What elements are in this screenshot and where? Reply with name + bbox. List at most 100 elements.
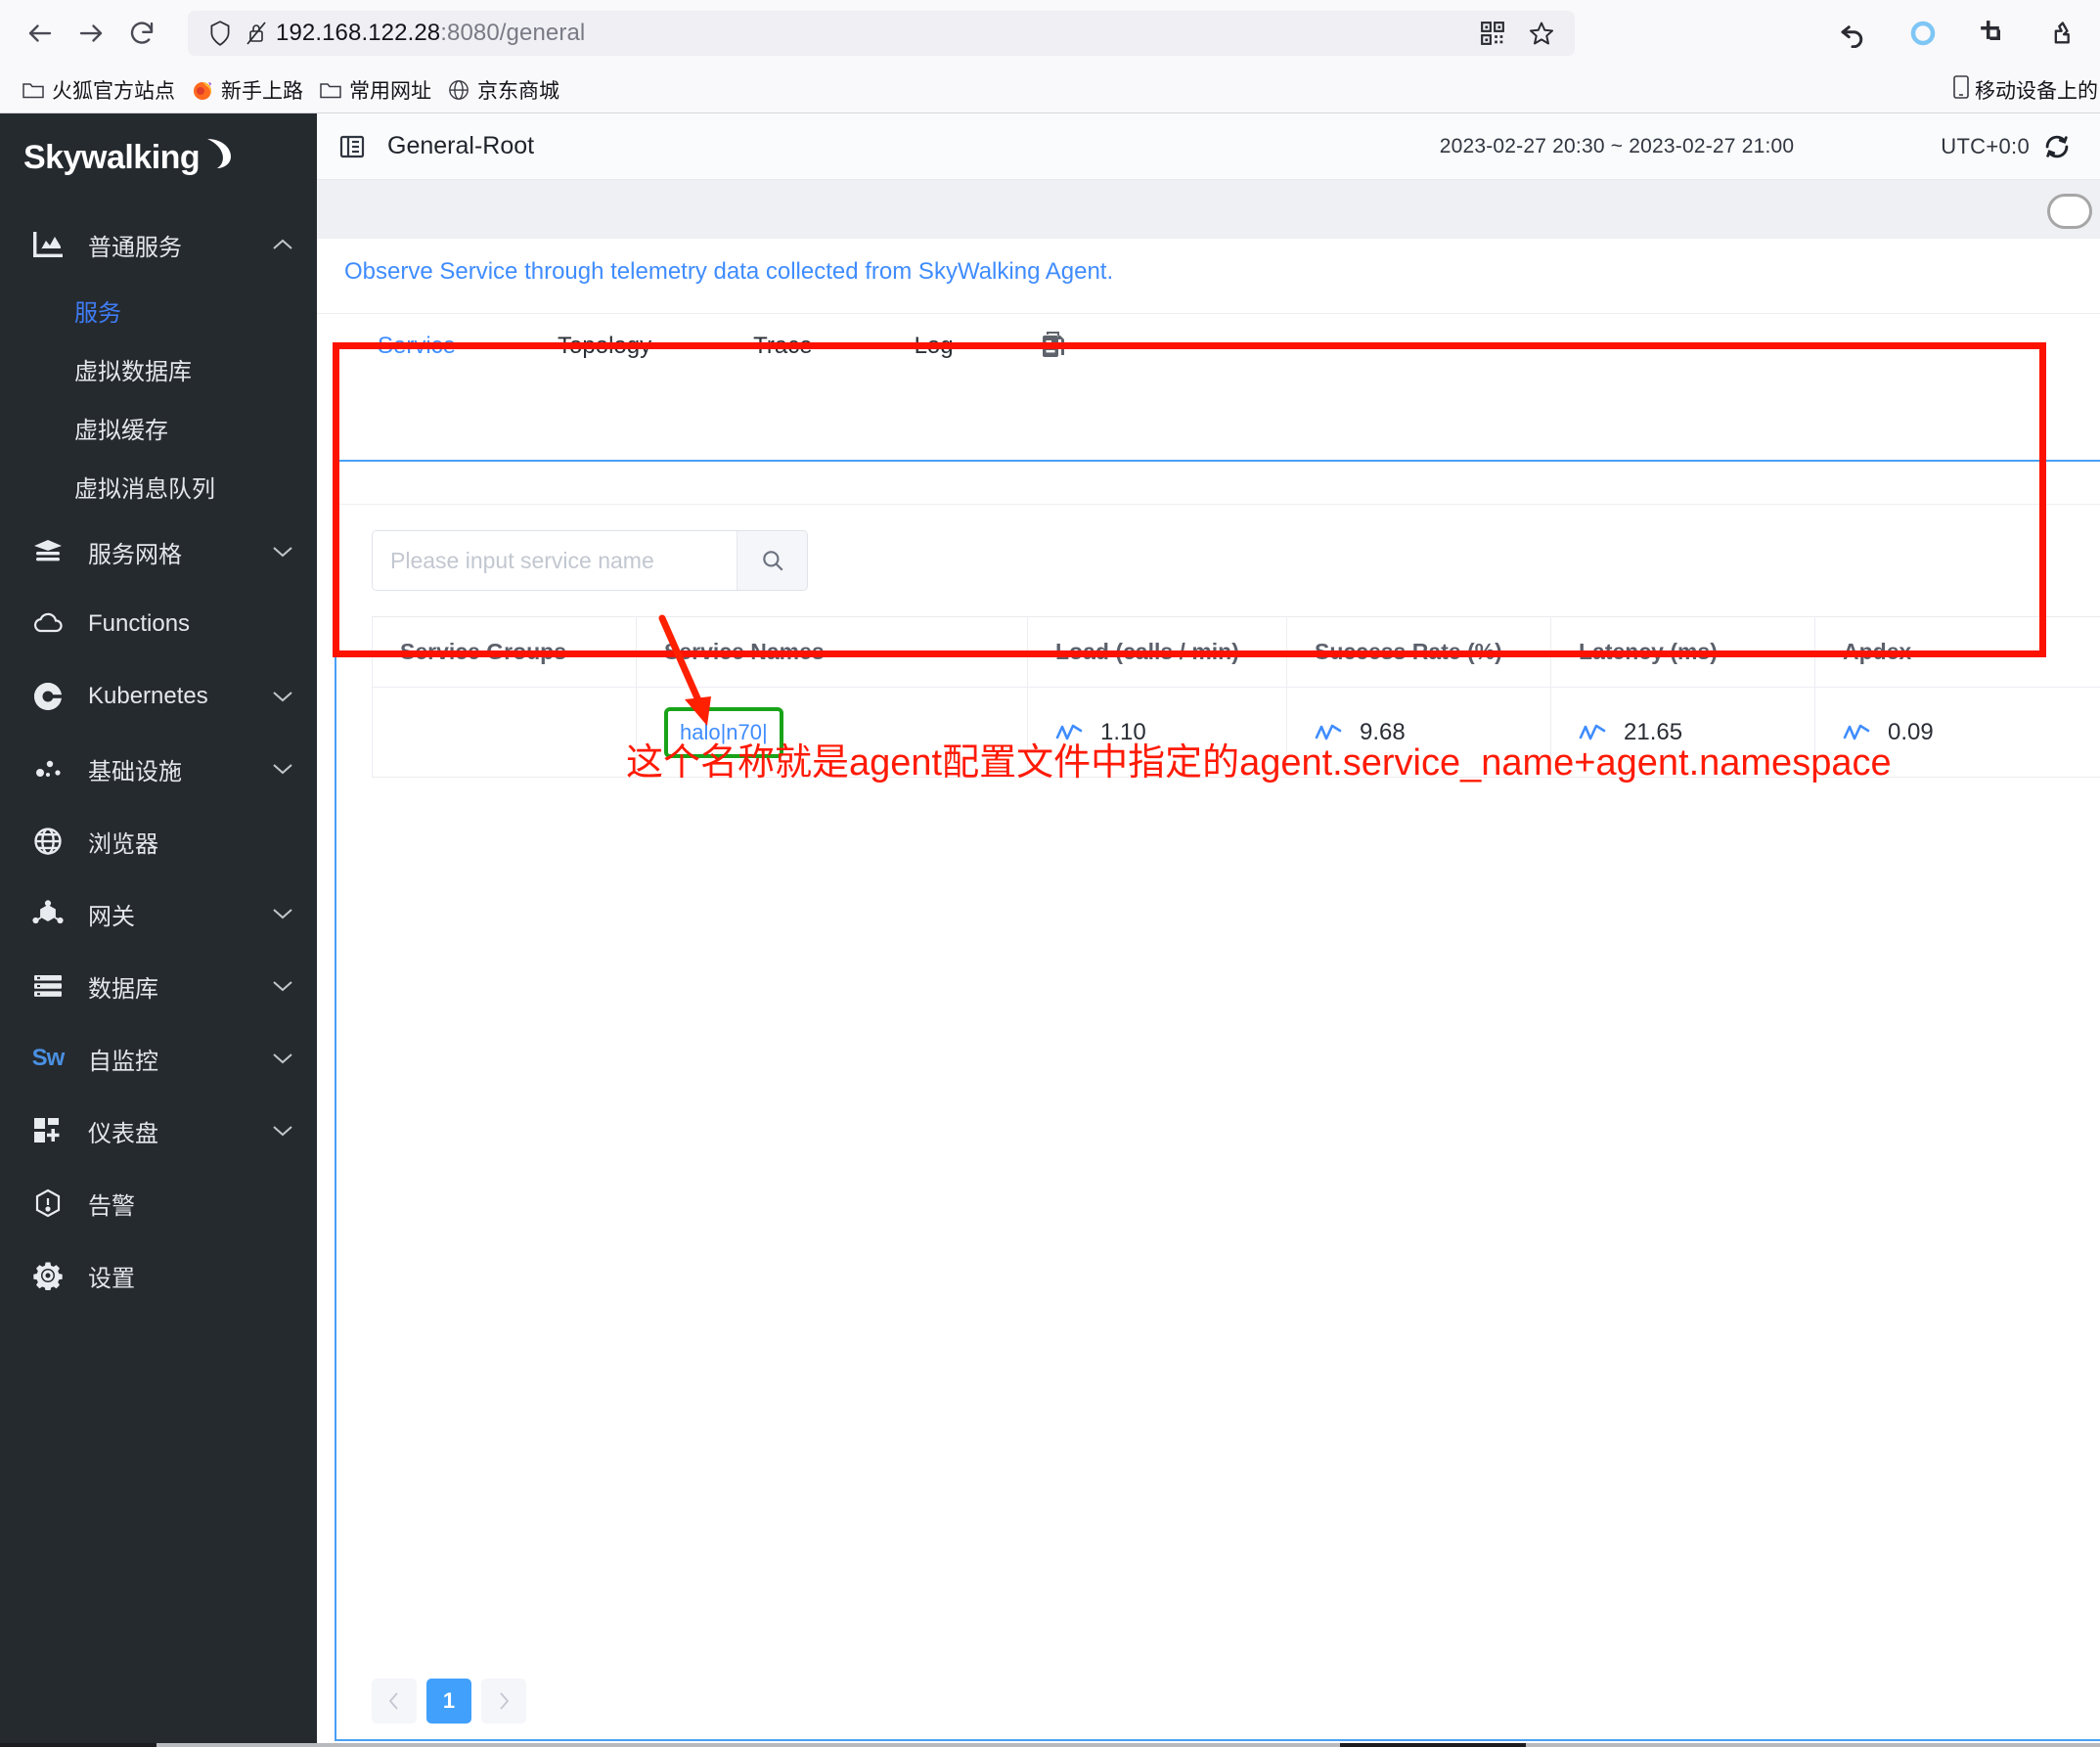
service-search: [372, 530, 808, 591]
time-range-picker[interactable]: 2023-02-27 20:30 ~ 2023-02-27 21:00: [1440, 135, 1795, 158]
bookmark-item[interactable]: 常用网址: [313, 72, 441, 108]
sidebar-item-label: 自监控: [88, 1048, 158, 1075]
sub-header-strip: [317, 180, 2100, 239]
globe-icon: [23, 827, 72, 856]
url-host: 192.168.122.28: [276, 20, 441, 46]
pagination-next[interactable]: [481, 1679, 526, 1724]
browser-toolbar-right: [1834, 0, 2082, 67]
browser-chrome: 192.168.122.28:8080/general 火狐官方站点 新手上路 …: [0, 0, 2100, 113]
bookmark-item[interactable]: 火狐官方站点: [16, 72, 185, 108]
observe-text: Observe Service through telemetry data c…: [344, 258, 1114, 285]
sidebar: Skywalking 普通服务 服务 虚拟数据库 虚拟缓存 虚拟消息队列 服务网…: [0, 113, 317, 1747]
sidebar-subitem-virtual-cache[interactable]: 虚拟缓存: [0, 398, 317, 457]
col-success-rate[interactable]: Success Rate (%): [1286, 616, 1551, 688]
bookmark-item[interactable]: 新手上路: [185, 72, 313, 108]
sidebar-subitem-virtual-mq[interactable]: 虚拟消息队列: [0, 457, 317, 515]
bookmark-bar: 火狐官方站点 新手上路 常用网址 京东商城 移动设备上的: [0, 67, 2100, 113]
sidebar-item-label: 告警: [88, 1192, 135, 1220]
chevron-down-icon[interactable]: [270, 979, 295, 993]
col-service-names[interactable]: Service Names: [636, 616, 1028, 688]
sidebar-item-settings[interactable]: 设置: [0, 1239, 317, 1312]
col-load[interactable]: Load (calls / min): [1027, 616, 1287, 688]
chevron-down-icon[interactable]: [270, 545, 295, 559]
bookmark-item[interactable]: 京东商城: [441, 72, 569, 108]
gateway-icon: [23, 900, 72, 927]
kubernetes-icon: [23, 682, 72, 711]
copy-icon[interactable]: [1038, 331, 1067, 362]
collapse-sidebar-icon[interactable]: [335, 133, 370, 160]
bookmark-label: 京东商城: [477, 79, 559, 103]
sidebar-item-database[interactable]: 数据库: [0, 950, 317, 1022]
undo-arrow-icon[interactable]: [1834, 15, 1871, 52]
col-service-groups[interactable]: Service Groups: [372, 616, 637, 688]
col-latency[interactable]: Latency (ms): [1550, 616, 1815, 688]
cell-service-group: [372, 687, 637, 778]
timezone-label[interactable]: UTC+0:0: [1941, 134, 2030, 159]
dashboard-icon: [23, 1117, 72, 1144]
search-input[interactable]: [373, 531, 737, 590]
chevron-up-icon[interactable]: [270, 238, 295, 251]
qr-code-icon[interactable]: [1475, 16, 1510, 51]
window-bottom-edge: [0, 1743, 2100, 1747]
sidebar-subitem-service[interactable]: 服务: [0, 281, 317, 339]
app-header: General-Root 2023-02-27 20:30 ~ 2023-02-…: [317, 113, 2100, 180]
sidebar-item-kubernetes[interactable]: Kubernetes: [0, 660, 317, 733]
tab-service[interactable]: Service: [360, 333, 473, 360]
chevron-down-icon[interactable]: [270, 762, 295, 776]
database-list-icon: [23, 973, 72, 999]
col-apdex[interactable]: Apdex: [1814, 616, 2100, 688]
back-arrow-icon[interactable]: [18, 11, 63, 56]
sidebar-item-self-observability[interactable]: Sw 自监控: [0, 1022, 317, 1095]
sidebar-item-dashboard[interactable]: 仪表盘: [0, 1095, 317, 1167]
layers-icon: [23, 538, 72, 565]
sidebar-item-functions[interactable]: Functions: [0, 588, 317, 660]
star-icon[interactable]: [1524, 16, 1559, 51]
sidebar-item-label: 浏览器: [88, 830, 158, 858]
sidebar-subitem-label: 服务: [74, 299, 121, 327]
sidebar-item-browser[interactable]: 浏览器: [0, 805, 317, 877]
tab-trace[interactable]: Trace: [736, 333, 829, 360]
chevron-down-icon[interactable]: [270, 1124, 295, 1138]
sidebar-logo[interactable]: Skywalking: [0, 113, 317, 208]
sidebar-item-service-mesh[interactable]: 服务网格: [0, 515, 317, 588]
sidebar-item-gateway[interactable]: 网关: [0, 877, 317, 950]
url-bar[interactable]: 192.168.122.28:8080/general: [188, 11, 1575, 56]
chevron-down-icon[interactable]: [270, 907, 295, 920]
tab-topology[interactable]: Topology: [540, 333, 669, 360]
sidebar-item-label: 数据库: [88, 975, 158, 1003]
reload-icon[interactable]: [119, 11, 164, 56]
crop-icon[interactable]: [1975, 15, 2012, 52]
sidebar-item-label: Functions: [88, 610, 191, 637]
sidebar-item-label: 网关: [88, 903, 135, 930]
chevron-down-icon[interactable]: [270, 690, 295, 703]
cloud-icon: [23, 612, 72, 636]
sidebar-item-general-service[interactable]: 普通服务: [0, 208, 317, 281]
search-button[interactable]: [737, 531, 807, 590]
sidebar-item-label: Kubernetes: [88, 683, 208, 709]
tab-log[interactable]: Log: [897, 333, 971, 360]
nodes-icon: [23, 755, 72, 783]
moon-icon: [201, 137, 235, 179]
pagination-prev[interactable]: [372, 1679, 417, 1724]
alert-icon: [23, 1188, 72, 1218]
clip-hand-icon[interactable]: [2045, 15, 2082, 52]
sidebar-item-alerting[interactable]: 告警: [0, 1167, 317, 1239]
sidebar-item-infrastructure[interactable]: 基础设施: [0, 733, 317, 805]
sidebar-subitem-virtual-database[interactable]: 虚拟数据库: [0, 339, 317, 398]
mobile-icon: [1951, 74, 1971, 106]
forward-arrow-icon[interactable]: [68, 11, 113, 56]
bookmark-mobile-item[interactable]: 移动设备上的: [1951, 67, 2098, 113]
circle-sync-icon[interactable]: [1904, 15, 1942, 52]
url-rest: :8080/general: [440, 20, 586, 46]
scrollbar-thumb[interactable]: [2047, 194, 2092, 229]
chevron-down-icon[interactable]: [270, 1052, 295, 1065]
skywalking-mini-icon: Sw: [31, 1045, 66, 1071]
gear-icon: [23, 1261, 72, 1290]
tab-bar: Service Topology Trace Log: [317, 313, 2100, 378]
pagination-page-1[interactable]: 1: [426, 1679, 471, 1724]
bookmark-label: 新手上路: [221, 79, 303, 103]
lock-broken-icon: [237, 20, 276, 47]
skywalking-app: Skywalking 普通服务 服务 虚拟数据库 虚拟缓存 虚拟消息队列 服务网…: [0, 113, 2100, 1747]
page-title: General-Root: [387, 132, 535, 159]
refresh-icon[interactable]: [2043, 133, 2071, 160]
